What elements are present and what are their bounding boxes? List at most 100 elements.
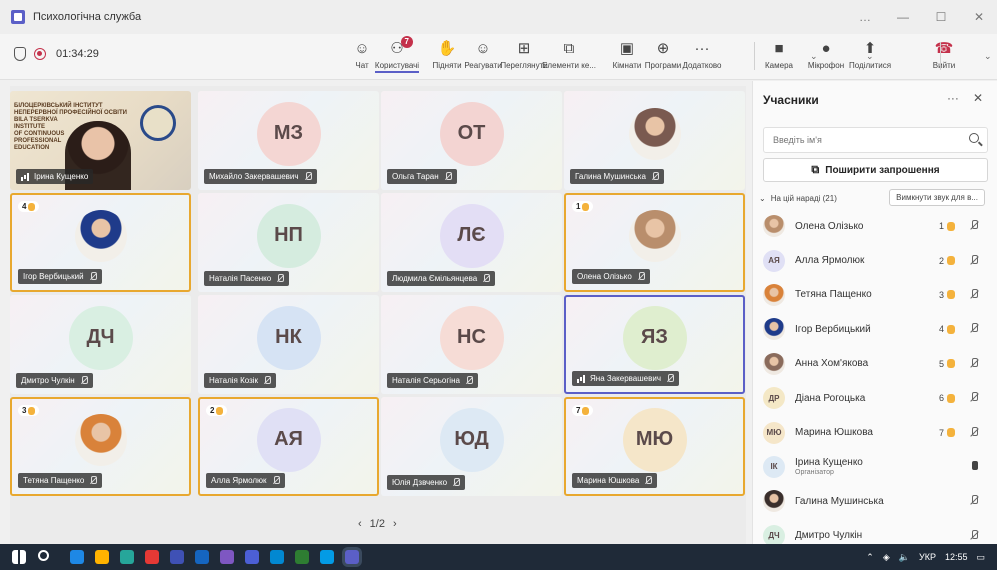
mic-muted-icon[interactable] (969, 357, 979, 370)
mic-muted-icon[interactable] (969, 426, 979, 439)
taskbar-app-icon[interactable] (95, 550, 109, 564)
participant-row[interactable]: Тетяна Пащенко 3 (759, 278, 993, 312)
toolbar-emoji-button[interactable]: ☺ Реагувати (463, 38, 503, 78)
next-page-button[interactable]: › (393, 518, 397, 530)
toolbar-label: Елементи ке... (542, 61, 596, 70)
mute-all-button[interactable]: Вимкнути звук для в... (889, 189, 985, 206)
minimize-icon[interactable]: — (895, 10, 911, 24)
mic-muted-icon[interactable] (969, 392, 979, 404)
taskbar-app-icon[interactable] (345, 550, 359, 564)
participant-row[interactable]: АЯ Алла Ярмолюк 2 (759, 243, 993, 277)
taskbar-app-icon[interactable] (145, 550, 159, 564)
toolbar-add-app-button[interactable]: ⊕ Програми (643, 38, 683, 78)
participant-tile[interactable]: ОТ Ольга Таран (381, 91, 562, 190)
toolbar-raise-hand-button[interactable]: ✋ Підняти (427, 38, 467, 78)
participant-tile[interactable]: БІЛОЦЕРКІВСЬКИЙ ІНСТИТУТ НЕПЕРЕРВНОЇ ПРОФ… (10, 91, 191, 190)
toolbar-people-button[interactable]: ⚇ 7 Користувачі (374, 36, 420, 78)
share-invite-button[interactable]: ⧉ Поширити запрошення (763, 158, 988, 182)
hand-order: 7 (938, 427, 944, 438)
panel-close-icon[interactable]: ✕ (973, 91, 983, 105)
taskbar-app-icon[interactable] (170, 550, 184, 564)
avatar-initials: НП (256, 203, 321, 268)
maximize-icon[interactable]: ☐ (933, 10, 949, 24)
participant-tile[interactable]: МЗ Михайло Закервашевич (198, 91, 379, 190)
participant-list-name: Діана Рогоцька (795, 393, 865, 404)
participant-tile[interactable]: ЯЗ Яна Закервашевич (564, 295, 745, 394)
mic-muted-icon[interactable] (969, 495, 979, 507)
mic-muted-icon[interactable] (969, 529, 979, 542)
raised-hand-icon (216, 406, 224, 415)
taskbar-app-icon[interactable] (120, 550, 134, 564)
close-icon[interactable]: ✕ (971, 10, 987, 24)
notifications-icon[interactable]: ▭ (976, 552, 985, 563)
participant-tile[interactable]: 4 Ігор Вербицький (10, 193, 191, 292)
taskbar-app-icon[interactable] (245, 550, 259, 564)
clock[interactable]: 12:55 (945, 552, 968, 562)
participant-tile[interactable]: НП Наталія Пасенко (198, 193, 379, 292)
chevron-down-icon[interactable]: ⌄ (866, 51, 874, 62)
mic-muted-icon (272, 476, 280, 485)
panel-more-icon[interactable]: ··· (947, 91, 959, 105)
participant-tile[interactable]: ЛЄ Людмила Ємільянцева (381, 193, 562, 292)
system-tray: ⌃ ◈ 🔈 УКР 12:55 ▭ (866, 544, 985, 570)
chevron-down-icon[interactable]: ⌄ (984, 51, 992, 62)
participant-row[interactable]: ДР Діана Рогоцька 6 (759, 381, 993, 415)
search-input[interactable] (764, 128, 954, 152)
avatar: ДР (763, 387, 785, 410)
toolbar-view-button[interactable]: ⊞ Переглянути (500, 38, 547, 78)
window-controls: … — ☐ ✕ (857, 0, 987, 34)
mic-muted-icon[interactable] (969, 220, 979, 232)
mic-muted-icon[interactable] (969, 254, 979, 267)
taskbar-app-icon[interactable] (295, 550, 309, 564)
participant-tile[interactable]: Галина Мушинська (564, 91, 745, 190)
participant-row[interactable]: Галина Мушинська (759, 484, 993, 518)
taskbar-app-icon[interactable] (195, 550, 209, 564)
avatar-initials: АЯ (256, 407, 321, 472)
participant-tile[interactable]: НС Наталія Серьогіна (381, 295, 562, 394)
participant-row[interactable]: Анна Хом'якова 5 (759, 347, 993, 381)
prev-page-button[interactable]: ‹ (358, 518, 362, 530)
tray-network-icon[interactable]: ◈ (883, 552, 890, 563)
chevron-down-icon[interactable]: ⌄ (810, 51, 818, 62)
participant-tile[interactable]: НК Наталія Козік (198, 295, 379, 394)
toolbar-hangup-button[interactable]: ☎ Вийти (924, 38, 964, 78)
participant-row[interactable]: Олена Олізько 1 (759, 209, 993, 243)
toolbar-more-button[interactable]: ··· Додатково (682, 38, 722, 78)
toolbar-rooms-button[interactable]: ▣ Кімнати (607, 38, 647, 78)
raised-hand-badge: 6 (939, 393, 955, 403)
more-window-icon[interactable]: … (857, 10, 873, 24)
taskbar-app-icon[interactable] (70, 550, 84, 564)
hand-order: 7 (576, 406, 581, 415)
participant-row[interactable]: ІК Ірина Кущенко Організатор (759, 450, 993, 484)
taskbar-app-icon[interactable] (220, 550, 234, 564)
participant-tile[interactable]: АЯ 2 Алла Ярмолюк (198, 397, 379, 496)
raised-hand-badge: 1 (572, 201, 594, 212)
toolbar-camera-button[interactable]: ■ Камера (759, 38, 799, 78)
hangup-icon: ☎ (934, 40, 954, 57)
taskbar-search-icon[interactable] (38, 550, 49, 561)
mic-on-icon[interactable] (969, 460, 979, 473)
in-meeting-section[interactable]: ⌄ На цій нараді (21) Вимкнути звук для в… (759, 189, 991, 207)
mic-muted-icon[interactable] (969, 288, 979, 301)
participant-tile[interactable]: 1 Олена Олізько (564, 193, 745, 292)
avatar (628, 107, 681, 160)
toolbar-apps-button[interactable]: ⧉ Елементи ке... (542, 38, 596, 78)
taskbar-app-icon[interactable] (320, 550, 334, 564)
participant-tile[interactable]: ДЧ Дмитро Чулкін (10, 295, 191, 394)
start-icon[interactable] (12, 550, 26, 564)
participant-row[interactable]: Ігор Вербицький 4 (759, 312, 993, 346)
tray-volume-icon[interactable]: 🔈 (899, 552, 910, 563)
tray-chevron-icon[interactable]: ⌃ (866, 552, 874, 563)
participant-row[interactable]: МЮ Марина Юшкова 7 (759, 415, 993, 449)
video-stage: БІЛОЦЕРКІВСЬКИЙ ІНСТИТУТ НЕПЕРЕРВНОЇ ПРОФ… (10, 86, 746, 544)
taskbar-app-icon[interactable] (270, 550, 284, 564)
mic-muted-icon (263, 376, 272, 385)
mic-muted-icon (465, 376, 473, 385)
mic-muted-icon[interactable] (969, 323, 979, 335)
toolbar-label: Реагувати (464, 61, 502, 70)
participant-tile[interactable]: МЮ 7 Марина Юшкова (564, 397, 745, 496)
language-indicator[interactable]: УКР (919, 552, 936, 562)
participant-tile[interactable]: ЮД Юлія Дзвченко (381, 397, 562, 496)
avatar-initials: МЮ (622, 407, 687, 472)
participant-tile[interactable]: 3 Тетяна Пащенко (10, 397, 191, 496)
